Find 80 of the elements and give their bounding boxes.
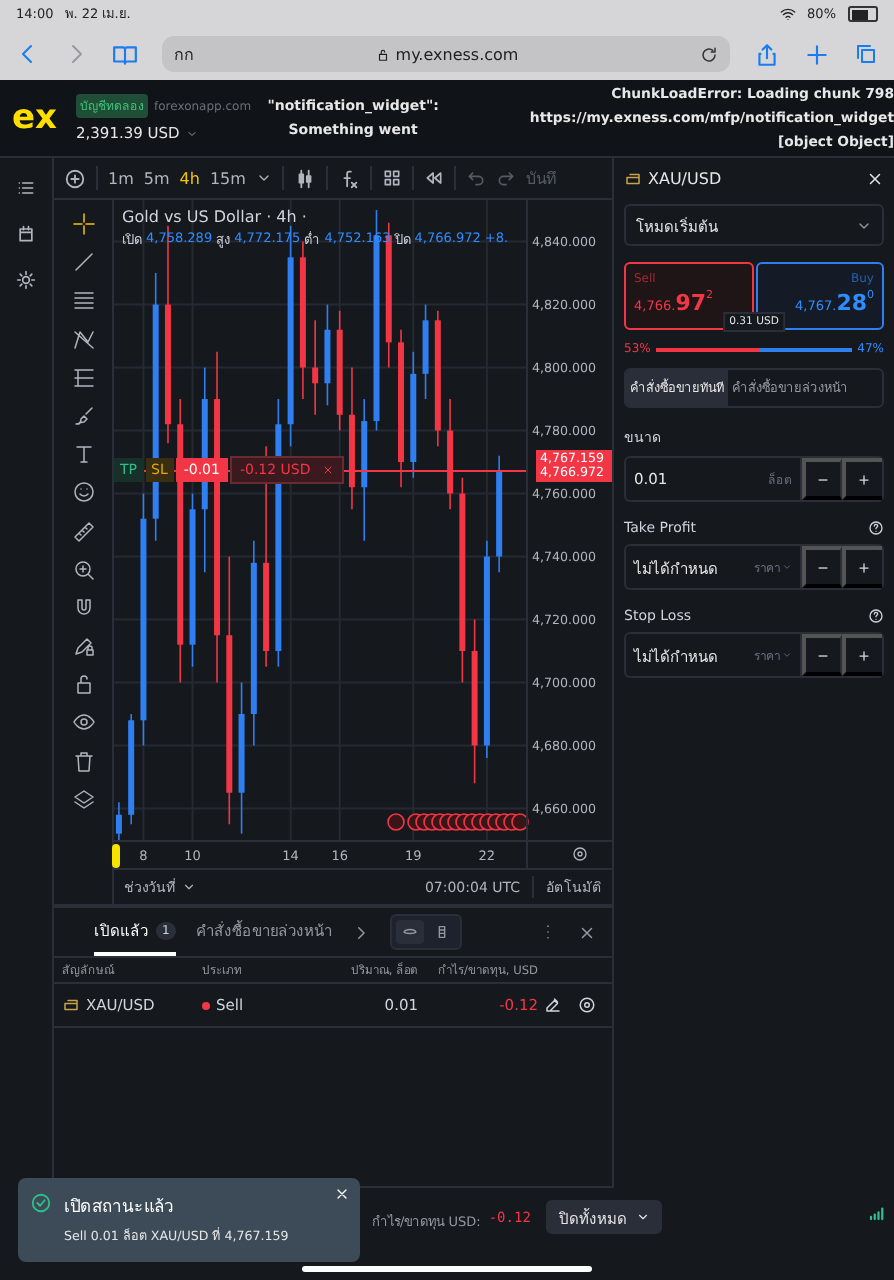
caret-icon [782,650,792,660]
trend-line-icon[interactable] [71,250,95,275]
new-tab-icon[interactable] [804,41,830,67]
reload-icon[interactable] [700,45,718,63]
rewind-icon[interactable] [423,168,444,188]
share-icon[interactable] [754,41,780,67]
undo-icon[interactable] [465,168,486,188]
success-icon [30,1192,52,1214]
close-position-icon[interactable] [578,996,596,1014]
add-icon[interactable] [64,167,86,189]
chevron-down-icon[interactable] [255,170,272,186]
symbol-icon [624,170,642,188]
wifi-icon [779,6,796,22]
candle [361,398,368,542]
signal-icon [868,1204,886,1222]
list-icon[interactable] [16,178,36,198]
close-icon[interactable] [578,923,596,941]
symbol-title: XAU/USD [648,170,722,188]
pattern-icon[interactable] [71,327,95,352]
view-toggle-button[interactable] [395,920,424,944]
caret-icon [782,562,792,572]
help-icon[interactable] [868,520,884,536]
url-text: my.exness.com [395,45,519,63]
timeframe-tab[interactable]: 5m [143,169,170,187]
brush-icon[interactable] [71,403,95,428]
eye-icon[interactable] [71,710,95,735]
minus-button[interactable]: − [802,546,842,588]
timeframe-tab[interactable]: 1m [108,169,134,187]
redo-icon[interactable] [495,168,516,188]
pencil-lock-icon[interactable] [71,634,95,659]
calendar-icon[interactable] [16,224,36,244]
candle [410,351,417,479]
zoom-in-icon[interactable] [71,557,95,582]
candle [496,454,503,574]
magnet-icon[interactable] [71,595,95,620]
help-icon[interactable] [868,608,884,624]
plus-button[interactable]: + [842,546,882,588]
candle [447,398,454,511]
candle [324,303,331,407]
ruler-icon[interactable] [71,519,95,543]
candle [128,713,135,825]
candle [336,310,343,432]
minus-button[interactable]: − [802,458,842,500]
trash-icon[interactable] [71,749,95,774]
parallel-lines-icon[interactable] [71,288,95,313]
lock-icon [375,47,390,61]
plus-button[interactable]: + [842,634,882,676]
event-markers [387,813,529,831]
caret-icon [185,127,198,139]
timeframe-tab[interactable]: 15m [209,169,246,187]
crosshair-icon[interactable] [71,212,95,236]
minus-button[interactable]: − [802,634,842,676]
candle [312,319,319,416]
candle [434,310,441,448]
candle [115,801,122,841]
battery-icon [848,6,878,22]
layers-icon[interactable] [71,787,95,812]
settings-icon[interactable] [16,270,36,290]
tabs-icon[interactable] [854,42,878,66]
text-icon[interactable] [71,442,95,467]
timeframe-tab[interactable]: 4h [179,169,200,187]
tab-text: กก [174,43,194,67]
bookmarks-icon[interactable] [112,41,138,67]
address-bar[interactable]: กก my.exness.com [162,36,730,72]
toast-title: เปิดสถานะแล้ว [64,1196,176,1220]
edit-icon[interactable] [544,996,562,1014]
chevron-down-icon[interactable] [182,880,196,894]
candle [422,303,429,400]
layout-grid-icon[interactable] [381,168,402,188]
smiley-icon[interactable] [71,480,95,505]
plus-button[interactable]: + [842,458,882,500]
logo[interactable]: ex [12,98,60,138]
chart-title: Gold vs US Dollar · 4h · [122,208,309,226]
candles-icon[interactable] [293,167,316,189]
scroll-handle[interactable] [112,844,120,868]
settings-icon[interactable] [572,846,588,862]
lock-icon[interactable] [71,672,95,697]
symbol-icon [62,996,80,1014]
fibonacci-icon[interactable] [71,365,95,390]
chevron-down-icon [636,1210,651,1224]
